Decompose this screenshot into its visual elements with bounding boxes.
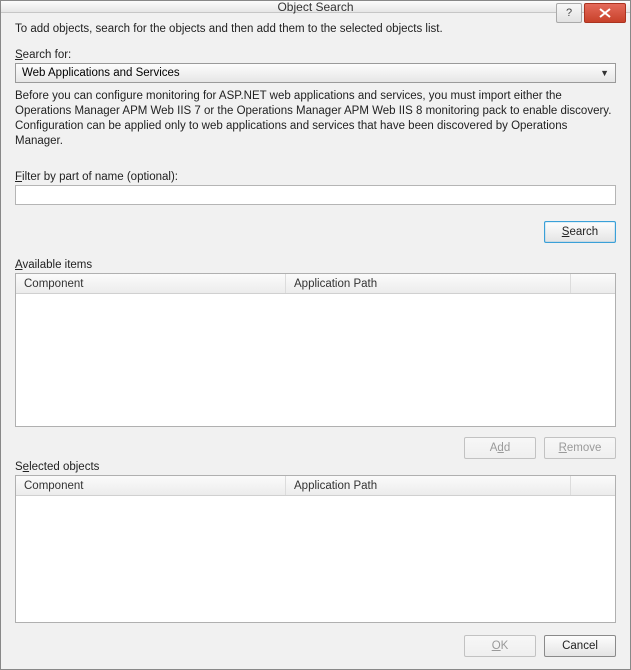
- close-button[interactable]: [584, 3, 626, 23]
- filter-label: Filter by part of name (optional):: [15, 171, 616, 183]
- search-for-label: Search for:: [15, 49, 616, 61]
- selected-col-component[interactable]: Component: [16, 476, 286, 495]
- selected-col-apppath[interactable]: Application Path: [286, 476, 571, 495]
- selected-header: Component Application Path: [16, 476, 615, 496]
- available-header: Component Application Path: [16, 274, 615, 294]
- search-for-row: Search for: Web Applications and Service…: [15, 49, 616, 83]
- available-items-label: Available items: [15, 259, 616, 271]
- titlebar-controls: ?: [554, 3, 626, 23]
- add-remove-row: Add Remove: [15, 437, 616, 459]
- search-for-dropdown[interactable]: Web Applications and Services ▼: [15, 63, 616, 83]
- filter-row: Filter by part of name (optional):: [15, 171, 616, 205]
- available-col-spacer: [571, 274, 615, 293]
- window-title: Object Search: [277, 0, 353, 14]
- search-button[interactable]: Search: [544, 221, 616, 243]
- selected-body: [16, 496, 615, 622]
- filter-input[interactable]: [15, 185, 616, 205]
- search-button-row: Search: [15, 221, 616, 243]
- cancel-button[interactable]: Cancel: [544, 635, 616, 657]
- selected-col-spacer: [571, 476, 615, 495]
- instruction-text: To add objects, search for the objects a…: [15, 23, 616, 35]
- ok-button[interactable]: OK: [464, 635, 536, 657]
- search-for-value: Web Applications and Services: [22, 67, 180, 79]
- help-text: Before you can configure monitoring for …: [15, 89, 616, 149]
- selected-objects-label: Selected objects: [15, 461, 616, 473]
- content-area: To add objects, search for the objects a…: [1, 13, 630, 669]
- help-button[interactable]: ?: [556, 3, 582, 23]
- add-button[interactable]: Add: [464, 437, 536, 459]
- titlebar: Object Search ?: [1, 1, 630, 13]
- footer-buttons: OK Cancel: [15, 635, 616, 657]
- available-col-apppath[interactable]: Application Path: [286, 274, 571, 293]
- selected-objects-list[interactable]: Component Application Path: [15, 475, 616, 623]
- object-search-dialog: Object Search ? To add objects, search f…: [0, 0, 631, 670]
- chevron-down-icon: ▼: [600, 68, 609, 78]
- available-items-list[interactable]: Component Application Path: [15, 273, 616, 427]
- close-icon: [599, 8, 611, 18]
- remove-button[interactable]: Remove: [544, 437, 616, 459]
- available-col-component[interactable]: Component: [16, 274, 286, 293]
- help-icon: ?: [566, 7, 572, 19]
- available-body: [16, 294, 615, 426]
